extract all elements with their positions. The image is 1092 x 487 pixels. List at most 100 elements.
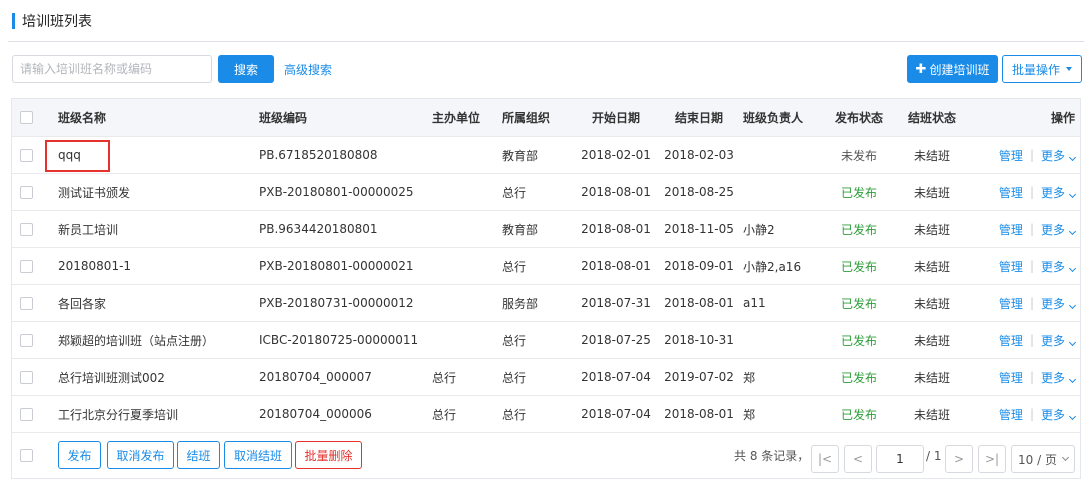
cell-publish-status: 未发布: [840, 148, 877, 163]
header-publish[interactable]: 发布状态: [827, 99, 891, 136]
table-row: 20180801-1 PXB-20180801-00000021 总行 2018-08…: [12, 248, 1080, 285]
row-checkbox[interactable]: [20, 259, 33, 273]
action-separator: |: [1029, 407, 1034, 421]
header-name[interactable]: 班级名称: [58, 99, 106, 136]
cell-manager: 郑: [743, 370, 756, 385]
cell-actions: 管理 | 更多: [988, 137, 1077, 173]
publish-button[interactable]: 发布: [58, 441, 101, 469]
more-dropdown[interactable]: 更多: [1040, 332, 1077, 349]
header-code[interactable]: 班级编码: [259, 99, 307, 136]
last-page-button[interactable]: >|: [978, 445, 1006, 473]
manage-link[interactable]: 管理: [999, 147, 1023, 164]
more-label: 更多: [1040, 148, 1065, 163]
row-checkbox-cell: [20, 322, 33, 358]
table-row: qqq PB.6718520180808 教育部 2018-02-01 2018-02-…: [12, 137, 1080, 174]
cell-actions: 管理 | 更多: [988, 248, 1077, 284]
advanced-search-link[interactable]: 高级搜索: [284, 61, 332, 78]
cell-code: 20180704_000007: [259, 370, 372, 384]
create-class-label: 创建培训班: [929, 62, 990, 77]
cell-name: 各回各家: [58, 296, 107, 311]
more-dropdown[interactable]: 更多: [1041, 295, 1077, 312]
footer-select-all-checkbox[interactable]: [20, 449, 33, 462]
chevron-down-icon: [1068, 412, 1077, 420]
more-dropdown[interactable]: 更多: [1040, 221, 1077, 238]
batch-actions-label: 批量操作: [1011, 62, 1060, 77]
next-page-button[interactable]: >: [945, 445, 973, 473]
cell-manager: a11: [743, 296, 766, 310]
row-checkbox[interactable]: [20, 222, 33, 236]
cell-end: 2019-07-02: [664, 370, 734, 384]
row-checkbox[interactable]: [20, 148, 33, 162]
cell-start: 2018-08-01: [581, 222, 651, 236]
prev-page-button[interactable]: <: [844, 445, 872, 473]
more-label: 更多: [1040, 259, 1065, 274]
header-actions: 操作: [1050, 111, 1075, 125]
pager-total-pages: / 1: [926, 448, 942, 463]
row-checkbox-cell: [20, 396, 33, 432]
cell-code: PB.6718520180808: [259, 148, 378, 162]
close-class-button[interactable]: 结班: [177, 441, 220, 469]
action-separator: |: [1029, 185, 1034, 199]
more-dropdown[interactable]: 更多: [1040, 258, 1077, 275]
more-label: 更多: [1040, 370, 1065, 385]
cell-name: 工行北京分行夏季培训: [58, 407, 179, 422]
table-row: 工行北京分行夏季培训 20180704_000006 总行 总行 2018-07-04 2…: [12, 396, 1080, 433]
select-all-checkbox[interactable]: [20, 111, 33, 124]
manage-link[interactable]: 管理: [999, 332, 1023, 349]
cell-code: ICBC-20180725-00000011: [259, 333, 419, 347]
cell-org: 总行: [502, 259, 527, 274]
manage-link[interactable]: 管理: [999, 295, 1023, 312]
more-dropdown[interactable]: 更多: [1040, 406, 1077, 423]
search-input[interactable]: [12, 55, 212, 83]
cell-name: qqq: [58, 148, 81, 162]
header-manager[interactable]: 班级负责人: [743, 99, 803, 136]
cell-manager: 小静2,a16: [743, 259, 802, 274]
cell-class-status: 未结班: [913, 333, 950, 348]
unpublish-button[interactable]: 取消发布: [107, 441, 174, 469]
row-checkbox[interactable]: [20, 407, 33, 421]
manage-link[interactable]: 管理: [999, 221, 1023, 238]
row-checkbox[interactable]: [20, 185, 33, 199]
search-button[interactable]: 搜索: [218, 55, 274, 83]
table-row: 测试证书颁发 PXB-20180801-00000025 总行 2018-08-01 2…: [12, 174, 1080, 211]
page-number-input[interactable]: [876, 445, 924, 473]
more-dropdown[interactable]: 更多: [1041, 184, 1077, 201]
more-dropdown[interactable]: 更多: [1040, 369, 1077, 386]
manage-link[interactable]: 管理: [999, 258, 1023, 275]
unclose-class-button[interactable]: 取消结班: [224, 441, 292, 469]
header-host[interactable]: 主办单位: [432, 99, 480, 136]
manage-link[interactable]: 管理: [999, 369, 1023, 386]
manage-link[interactable]: 管理: [999, 406, 1023, 423]
header-org[interactable]: 所属组织: [502, 99, 550, 136]
row-checkbox[interactable]: [20, 370, 33, 384]
cell-start: 2018-02-01: [581, 148, 651, 162]
cell-code: PXB-20180731-00000012: [259, 296, 414, 310]
page-size-select[interactable]: 10 / 页: [1011, 445, 1075, 473]
first-page-button[interactable]: |<: [811, 445, 839, 473]
cell-org: 总行: [502, 370, 527, 385]
more-label: 更多: [1040, 333, 1065, 348]
cell-org: 总行: [502, 185, 527, 200]
action-separator: |: [1029, 333, 1034, 347]
manage-link[interactable]: 管理: [999, 184, 1023, 201]
cell-manager: 小静2: [743, 222, 775, 237]
cell-class-status: 未结班: [913, 407, 950, 422]
cell-actions: 管理 | 更多: [988, 285, 1077, 321]
more-label: 更多: [1040, 222, 1065, 237]
chevron-down-icon: [1068, 375, 1077, 383]
more-dropdown[interactable]: 更多: [1040, 147, 1077, 164]
caret-down-icon: [1066, 67, 1072, 71]
chevron-down-icon: [1068, 227, 1077, 235]
header-start[interactable]: 开始日期: [580, 99, 652, 136]
header-class-status[interactable]: 结班状态: [900, 99, 964, 136]
row-checkbox[interactable]: [20, 296, 33, 310]
cell-code: 20180704_000006: [259, 407, 372, 421]
batch-actions-dropdown[interactable]: 批量操作: [1002, 55, 1082, 83]
header-end[interactable]: 结束日期: [663, 99, 735, 136]
batch-delete-button[interactable]: 批量删除: [295, 441, 362, 469]
chevron-down-icon: [1068, 190, 1077, 198]
chevron-down-icon: [1068, 153, 1077, 161]
create-class-button[interactable]: ✚ 创建培训班: [907, 55, 998, 83]
row-checkbox[interactable]: [20, 333, 33, 347]
more-label: 更多: [1040, 407, 1065, 422]
